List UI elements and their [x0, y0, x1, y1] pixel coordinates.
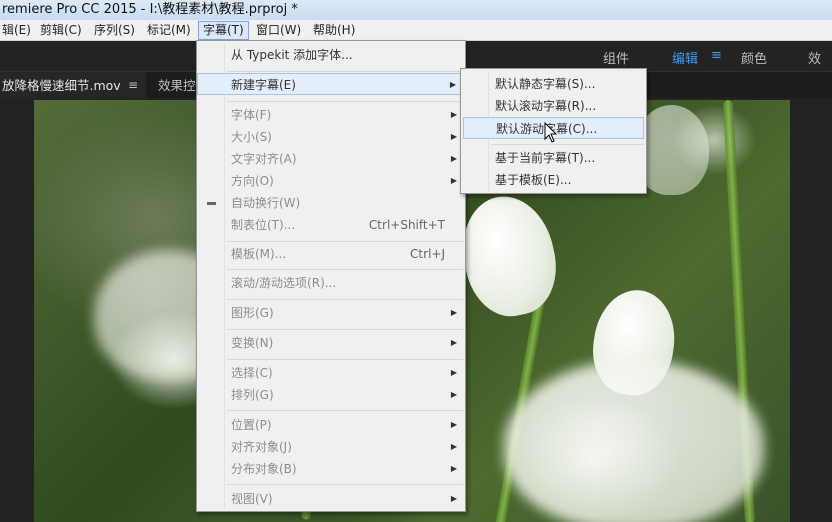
submenu-item-based-on-template[interactable]: 基于模板(E)... [461, 169, 646, 191]
menu-item-shortcut: Ctrl+J [410, 247, 445, 261]
menu-item-position[interactable]: 位置(P) ▶ [197, 414, 465, 436]
menu-separator [227, 484, 463, 485]
mouse-pointer-icon [544, 122, 558, 143]
menu-item-label: 视图(V) [231, 492, 273, 506]
menu-clip[interactable]: 剪辑(C) [36, 21, 86, 40]
submenu-arrow-icon: ▶ [450, 154, 457, 163]
menu-item-label: 默认静态字幕(S)... [495, 77, 596, 91]
submenu-arrow-icon: ▶ [450, 338, 457, 347]
menu-item-typekit-fonts[interactable]: 从 Typekit 添加字体... [197, 44, 465, 66]
submenu-arrow-icon: ▶ [450, 390, 457, 399]
menu-separator [227, 101, 463, 102]
menu-item-label: 默认滚动字幕(R)... [495, 99, 597, 113]
menu-sequence[interactable]: 序列(S) [90, 21, 139, 40]
workspace-tab-assembly[interactable]: 组件 [603, 48, 629, 67]
menu-item-transform[interactable]: 变换(N) ▶ [197, 332, 465, 354]
menu-item-label: 排列(G) [231, 388, 274, 402]
menu-item-label: 方向(O) [231, 174, 274, 188]
menu-title[interactable]: 字幕(T) [198, 21, 249, 40]
workspace-menu-icon[interactable]: ≡ [711, 48, 722, 63]
menu-item-label: 制表位(T)... [231, 218, 296, 232]
submenu-item-based-on-current[interactable]: 基于当前字幕(T)... [461, 147, 646, 169]
submenu-arrow-icon: ▶ [450, 176, 457, 185]
menu-separator [227, 410, 463, 411]
menu-item-label: 基于模板(E)... [495, 173, 572, 187]
menu-item-text-align[interactable]: 文字对齐(A) ▶ [197, 148, 465, 170]
menu-item-size[interactable]: 大小(S) ▶ [197, 126, 465, 148]
menu-item-word-wrap[interactable]: 自动换行(W) [197, 192, 465, 214]
menu-separator [491, 144, 644, 145]
tab-source-clip[interactable]: 放降格慢速细节.mov [0, 72, 146, 99]
submenu-arrow-icon: ▶ [450, 464, 457, 473]
submenu-arrow-icon: ▶ [450, 442, 457, 451]
title-menu-dropdown: 从 Typekit 添加字体... 新建字幕(E) ▶ 字体(F) ▶ 大小(S… [196, 40, 466, 512]
submenu-arrow-icon: ▶ [450, 110, 457, 119]
menu-item-label: 对齐对象(J) [231, 440, 292, 454]
menu-item-tab-stops[interactable]: 制表位(T)... Ctrl+Shift+T [197, 214, 465, 236]
menu-window[interactable]: 窗口(W) [252, 21, 305, 40]
menu-item-shortcut: Ctrl+Shift+T [368, 218, 445, 232]
window-title-bar: remiere Pro CC 2015 - I:\教程素材\教程.prproj … [0, 0, 832, 20]
menu-item-label: 滚动/游动选项(R)... [231, 276, 337, 290]
menu-item-new-title[interactable]: 新建字幕(E) ▶ [197, 73, 465, 95]
tab-effect-controls[interactable]: 效果控 [156, 72, 196, 99]
checked-dash-icon [207, 202, 216, 205]
menu-item-label: 文字对齐(A) [231, 152, 297, 166]
workspace-tab-color[interactable]: 颜色 [741, 48, 767, 67]
menu-item-font[interactable]: 字体(F) ▶ [197, 104, 465, 126]
menu-separator [227, 359, 463, 360]
snowdrop-flower [504, 360, 764, 522]
menu-bar: 辑(E) 剪辑(C) 序列(S) 标记(M) 字幕(T) 窗口(W) 帮助(H) [0, 20, 832, 41]
menu-help[interactable]: 帮助(H) [309, 21, 359, 40]
menu-item-align-objects[interactable]: 对齐对象(J) ▶ [197, 436, 465, 458]
menu-item-graphic[interactable]: 图形(G) ▶ [197, 302, 465, 324]
window-title: remiere Pro CC 2015 - I:\教程素材\教程.prproj … [2, 2, 298, 17]
menu-separator [227, 269, 463, 270]
submenu-arrow-icon: ▶ [450, 494, 457, 503]
menu-separator [227, 299, 463, 300]
menu-item-label: 位置(P) [231, 418, 272, 432]
menu-item-label: 字体(F) [231, 108, 272, 122]
menu-item-distribute-objects[interactable]: 分布对象(B) ▶ [197, 458, 465, 480]
menu-item-view[interactable]: 视图(V) ▶ [197, 488, 465, 510]
menu-item-label: 新建字幕(E) [231, 78, 296, 92]
snowdrop-flower [452, 187, 566, 325]
menu-item-label: 变换(N) [231, 336, 274, 350]
menu-item-select[interactable]: 选择(C) ▶ [197, 362, 465, 384]
menu-item-label: 大小(S) [231, 130, 272, 144]
menu-marker[interactable]: 标记(M) [143, 21, 195, 40]
menu-item-label: 自动换行(W) [231, 196, 301, 210]
submenu-item-default-still[interactable]: 默认静态字幕(S)... [461, 73, 646, 95]
submenu-arrow-icon: ▶ [450, 308, 457, 317]
submenu-arrow-icon: ▶ [449, 80, 456, 89]
menu-item-label: 分布对象(B) [231, 462, 297, 476]
menu-item-roll-crawl[interactable]: 滚动/游动选项(R)... [197, 272, 465, 294]
menu-edit[interactable]: 辑(E) [0, 21, 35, 40]
menu-item-label: 模板(M)... [231, 247, 287, 261]
submenu-item-default-roll[interactable]: 默认滚动字幕(R)... [461, 95, 646, 117]
menu-item-label: 选择(C) [231, 366, 273, 380]
menu-separator [227, 71, 463, 72]
menu-separator [227, 241, 463, 242]
tab-source-clip-label: 放降格慢速细节.mov [2, 78, 121, 93]
menu-item-templates[interactable]: 模板(M)... Ctrl+J [197, 243, 465, 265]
menu-item-label: 基于当前字幕(T)... [495, 151, 596, 165]
menu-item-label: 图形(G) [231, 306, 274, 320]
workspace-tab-editing[interactable]: 编辑 [672, 48, 698, 67]
menu-item-label: 从 Typekit 添加字体... [231, 48, 353, 62]
submenu-arrow-icon: ▶ [450, 368, 457, 377]
panel-menu-icon[interactable]: ≡ [128, 72, 138, 99]
submenu-arrow-icon: ▶ [450, 420, 457, 429]
menu-item-arrange[interactable]: 排列(G) ▶ [197, 384, 465, 406]
menu-item-orientation[interactable]: 方向(O) ▶ [197, 170, 465, 192]
menu-separator [227, 329, 463, 330]
submenu-arrow-icon: ▶ [450, 132, 457, 141]
